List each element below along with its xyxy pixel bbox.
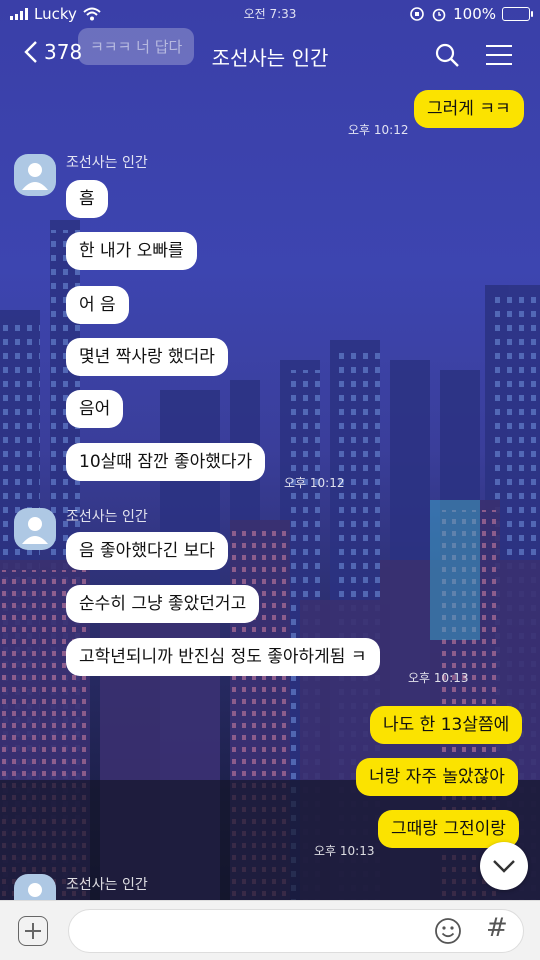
avatar[interactable] — [14, 154, 56, 196]
message-bubble-incoming[interactable]: 한 내가 오빠를 — [66, 232, 197, 270]
default-profile-icon — [28, 883, 42, 897]
message-bubble-incoming[interactable]: 10살때 잠깐 좋아했다가 — [66, 443, 266, 481]
message-bubble-incoming[interactable]: 음어 — [66, 390, 124, 428]
message-bubble-incoming[interactable]: 음 좋아했다긴 보다 — [66, 532, 228, 570]
sender-name: 조선사는 인간 — [66, 877, 148, 893]
message-bubble-incoming[interactable]: 흠 — [66, 180, 108, 218]
avatar[interactable] — [14, 508, 56, 550]
message-bubble-incoming[interactable]: 고학년되니까 반진심 정도 좋아하게됨 ㅋ — [66, 638, 380, 676]
message-bubble-incoming[interactable]: 어 음 — [66, 286, 129, 324]
message-bubble-outgoing[interactable]: 나도 한 13살쯤에 — [370, 706, 523, 744]
scroll-to-bottom-button[interactable] — [480, 842, 528, 890]
avatar[interactable] — [14, 874, 56, 900]
plus-icon[interactable] — [18, 916, 48, 946]
chevron-down-icon — [493, 860, 515, 873]
message-time: 오후 10:12 — [348, 123, 409, 137]
message-bubble-incoming[interactable]: 순수히 그냥 좋았던거고 — [66, 585, 260, 623]
status-bar: Lucky 오전 7:33 100% — [0, 0, 540, 30]
menu-icon[interactable] — [486, 45, 512, 72]
battery-icon — [502, 7, 533, 21]
message-bubble-incoming[interactable]: 몇년 짝사랑 했더라 — [66, 338, 228, 376]
message-time: 오후 10:12 — [284, 476, 345, 490]
default-profile-icon — [22, 517, 48, 544]
default-profile-icon — [22, 163, 48, 190]
message-input-bar: # — [0, 900, 540, 960]
status-right-group: 100% — [409, 5, 533, 23]
sender-name: 조선사는 인간 — [66, 155, 148, 171]
hashtag-icon[interactable]: # — [486, 913, 508, 943]
sender-name: 조선사는 인간 — [66, 509, 148, 525]
message-bubble-outgoing[interactable]: 그러게 ㅋㅋ — [414, 90, 524, 128]
message-bubble-outgoing[interactable]: 너랑 자주 놀았잖아 — [356, 758, 518, 796]
message-time: 오후 10:13 — [408, 671, 469, 685]
chat-header: 378 조선사는 인간 — [0, 30, 540, 80]
emoji-icon[interactable] — [434, 917, 462, 945]
message-time: 오후 10:13 — [314, 844, 375, 858]
search-icon[interactable] — [434, 42, 460, 68]
orientation-lock-icon — [410, 7, 424, 21]
alarm-icon — [432, 8, 446, 22]
battery-percent: 100% — [453, 5, 496, 23]
